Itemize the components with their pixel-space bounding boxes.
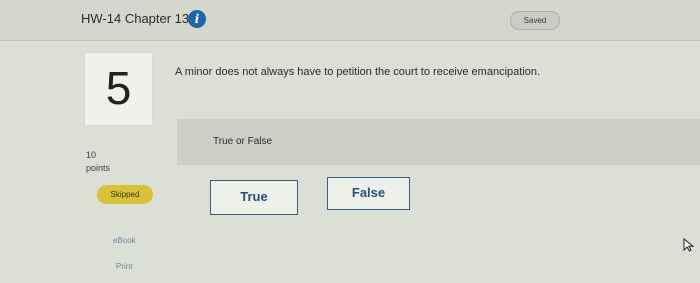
false-button[interactable]: False (327, 177, 410, 210)
info-icon[interactable]: i (188, 10, 206, 28)
skipped-badge: Skipped (97, 185, 153, 204)
assignment-title: HW-14 Chapter 13 (81, 11, 190, 26)
ebook-link[interactable]: eBook (113, 236, 136, 245)
question-number-box: 5 (84, 52, 153, 126)
true-button[interactable]: True (210, 180, 298, 215)
answer-prompt: True or False (213, 136, 273, 147)
question-text: A minor does not always have to petition… (175, 66, 541, 78)
print-link[interactable]: Print (116, 262, 132, 271)
question-number: 5 (105, 62, 132, 114)
points-label: points (86, 163, 111, 173)
mouse-cursor-icon (683, 238, 695, 252)
saved-status-badge: Saved (510, 11, 560, 30)
top-bar: HW-14 Chapter 13 i Saved (0, 0, 700, 41)
points-value: 10 (86, 150, 97, 160)
